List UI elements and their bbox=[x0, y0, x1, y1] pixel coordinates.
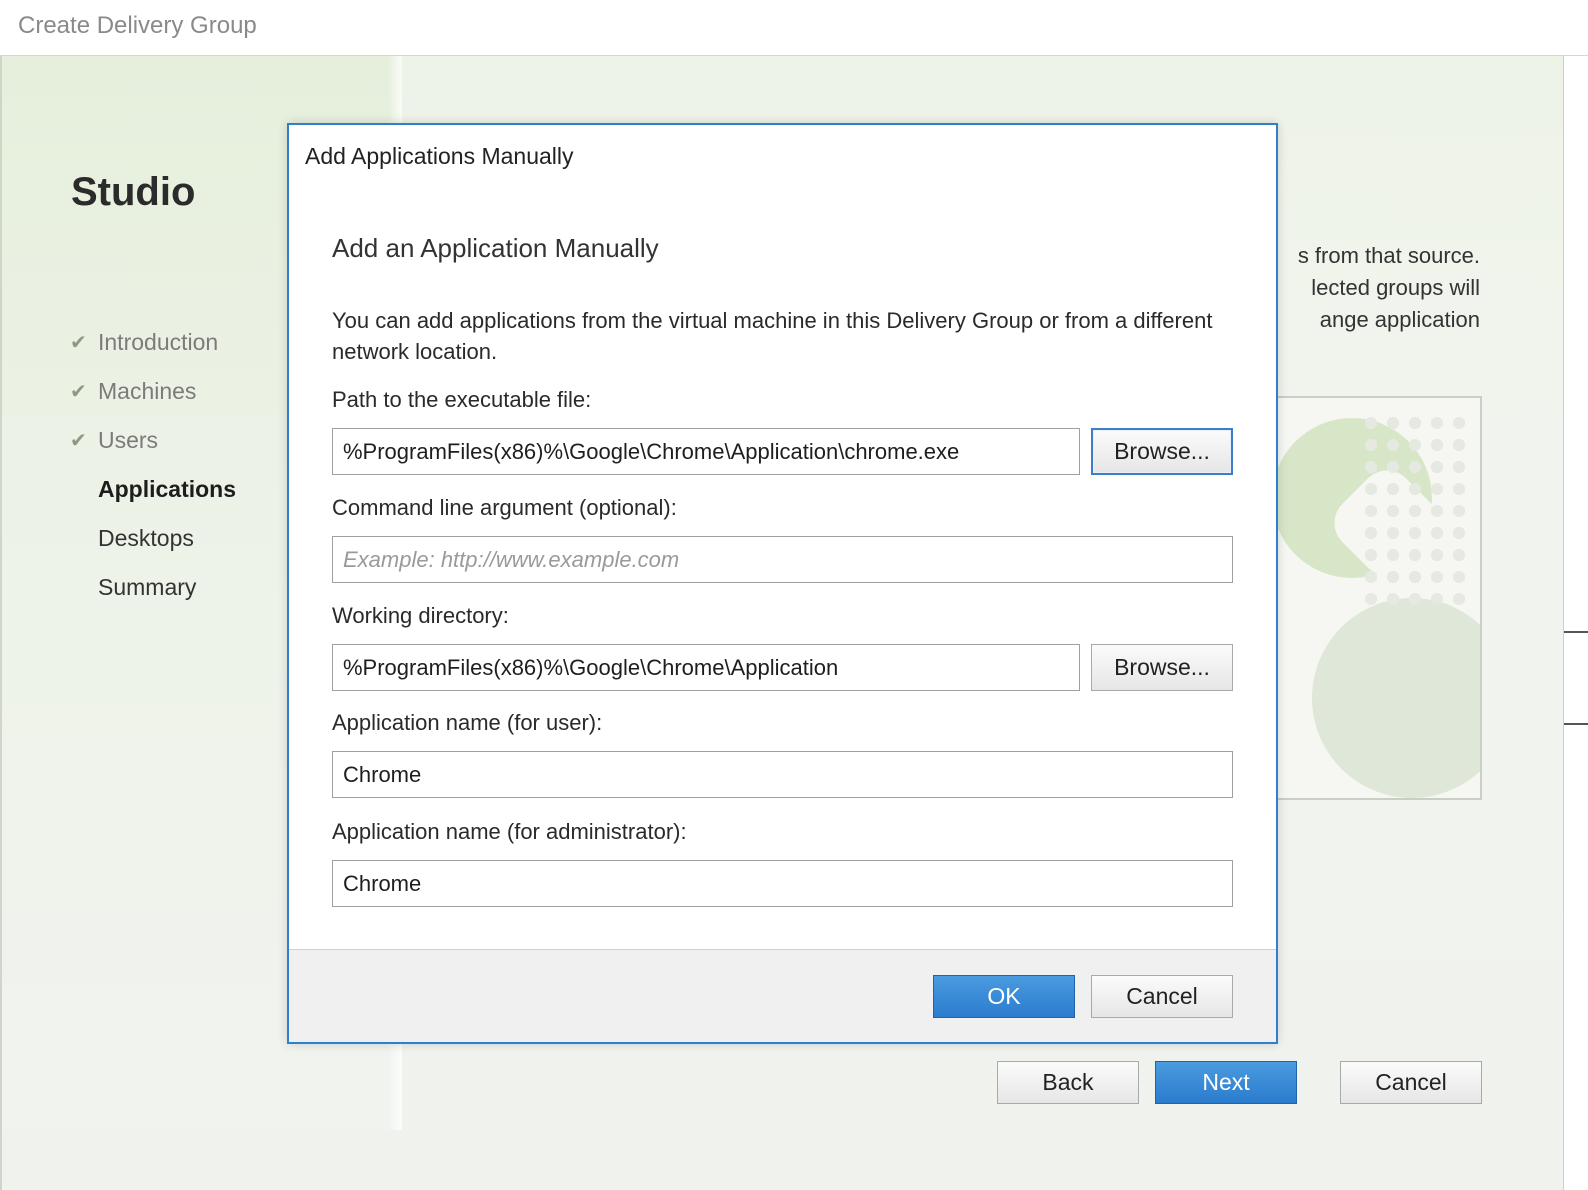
wizard-cancel-button[interactable]: Cancel bbox=[1340, 1061, 1482, 1104]
path-label: Path to the executable file: bbox=[332, 387, 592, 412]
step-applications: ✔ Applications bbox=[70, 465, 236, 514]
studio-brand: Studio bbox=[71, 170, 196, 214]
step-introduction: ✔ Introduction bbox=[70, 318, 236, 367]
dialog-title: Add Applications Manually bbox=[305, 143, 574, 169]
window-title: Create Delivery Group bbox=[18, 12, 257, 39]
window-titlebar: Create Delivery Group bbox=[0, 0, 1588, 56]
args-label: Command line argument (optional): bbox=[332, 495, 677, 520]
next-button[interactable]: Next bbox=[1155, 1061, 1297, 1104]
path-input[interactable]: %ProgramFiles(x86)%\Google\Chrome\Applic… bbox=[332, 428, 1080, 475]
step-label: Users bbox=[98, 427, 159, 453]
dialog-description: You can add applications from the virtua… bbox=[332, 308, 1213, 364]
dialog-heading: Add an Application Manually bbox=[332, 233, 659, 263]
checkmark-icon: ✔ bbox=[70, 381, 87, 403]
step-label: Introduction bbox=[98, 329, 219, 355]
step-users: ✔ Users bbox=[70, 416, 236, 465]
dialog-footer: OK Cancel bbox=[289, 949, 1276, 1042]
workdir-input[interactable]: %ProgramFiles(x86)%\Google\Chrome\Applic… bbox=[332, 644, 1080, 691]
add-applications-dialog: Add Applications Manually Add an Applica… bbox=[287, 123, 1278, 1044]
browse-workdir-button[interactable]: Browse... bbox=[1091, 644, 1233, 691]
browse-path-button[interactable]: Browse... bbox=[1091, 428, 1233, 475]
step-desktops: ✔ Desktops bbox=[70, 514, 236, 563]
admin-name-input[interactable]: Chrome bbox=[332, 860, 1233, 907]
step-label: Machines bbox=[98, 378, 197, 404]
workdir-label: Working directory: bbox=[332, 603, 509, 628]
step-label: Desktops bbox=[98, 525, 194, 551]
checkmark-icon: ✔ bbox=[70, 430, 87, 452]
ok-button[interactable]: OK bbox=[933, 975, 1075, 1018]
checkmark-icon: ✔ bbox=[70, 332, 87, 354]
user-name-label: Application name (for user): bbox=[332, 710, 603, 735]
admin-name-label: Application name (for administrator): bbox=[332, 819, 687, 844]
step-label: Summary bbox=[98, 574, 197, 600]
step-label: Applications bbox=[98, 476, 237, 502]
step-machines: ✔ Machines bbox=[70, 367, 236, 416]
args-input[interactable]: Example: http://www.example.com bbox=[332, 536, 1233, 583]
dialog-cancel-button[interactable]: Cancel bbox=[1091, 975, 1233, 1018]
back-button[interactable]: Back bbox=[997, 1061, 1139, 1104]
wizard-steps: ✔ Introduction ✔ Machines ✔ Users ✔ Appl… bbox=[70, 318, 236, 612]
step-summary: ✔ Summary bbox=[70, 563, 236, 612]
user-name-input[interactable]: Chrome bbox=[332, 751, 1233, 798]
window-right-edge bbox=[1563, 56, 1588, 1190]
